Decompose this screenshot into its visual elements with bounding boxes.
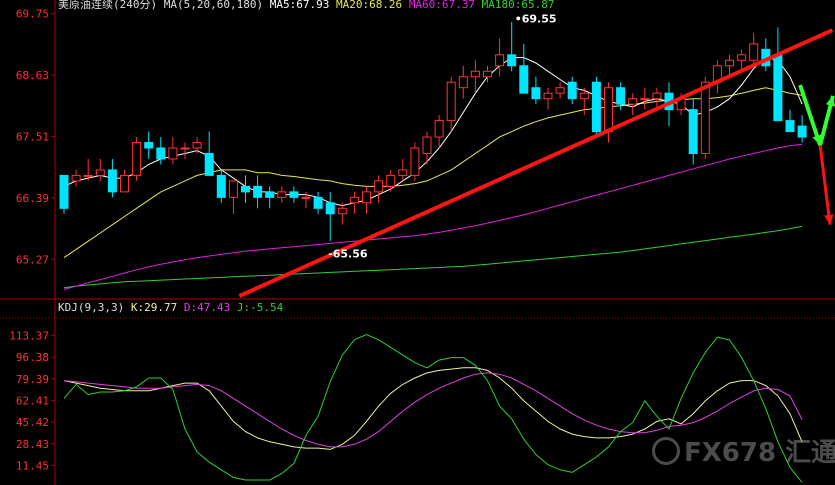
high-annotation: •69.55 — [515, 13, 557, 26]
candle-up — [83, 174, 93, 177]
candle-up — [446, 81, 456, 122]
candle-down — [507, 54, 517, 67]
candle-down — [797, 125, 807, 138]
candle-down — [785, 120, 795, 133]
candle-up — [640, 98, 650, 101]
candle-down — [567, 81, 577, 100]
price-tick-label: 68.63 — [16, 69, 49, 82]
candle-up — [604, 87, 613, 133]
candle-down — [265, 191, 275, 198]
candle-up — [410, 147, 420, 176]
ma60-value: MA60:67.37 — [408, 0, 476, 11]
candle-up — [470, 70, 480, 78]
candle-up — [737, 54, 747, 61]
candle-down — [773, 54, 783, 122]
price-tick-label: 67.51 — [16, 130, 49, 143]
candle-down — [241, 185, 250, 193]
low-annotation: -65.56 — [328, 247, 368, 260]
ma180-value: MA180:65.87 — [481, 0, 555, 11]
ma5-value: MA5:67.93 — [269, 0, 330, 11]
fx678-logo-icon — [652, 437, 680, 465]
candle-up — [120, 174, 129, 193]
j-value: J:-5.54 — [236, 301, 284, 314]
kdj-tick-label: 62.41 — [16, 394, 49, 407]
candle-up — [132, 142, 142, 176]
candle-up — [301, 196, 311, 199]
price-tick-label: 69.75 — [16, 8, 49, 21]
candle-down — [519, 65, 529, 94]
candle-up — [337, 207, 347, 215]
candle-up — [628, 98, 638, 105]
candle-up — [543, 92, 553, 100]
chart-background — [0, 0, 835, 485]
candle-down — [289, 191, 299, 198]
kdj-name: KDJ(9,3,3) — [58, 301, 125, 314]
kdj-header: KDJ(9,3,3) K:29.77 D:47.43 J:-5.54 — [58, 301, 283, 314]
candle-up — [277, 191, 287, 198]
price-tick-label: 66.39 — [16, 192, 49, 205]
candle-up — [398, 169, 408, 176]
price-chart[interactable]: 69.75 68.63 67.51 66.39 65.27 113.37 96.38 79.3… — [0, 0, 835, 485]
candle-up — [725, 59, 734, 67]
candle-up — [180, 147, 190, 150]
candle-up — [555, 87, 565, 94]
candle-down — [59, 174, 69, 209]
candle-down — [107, 169, 117, 193]
candle-up — [71, 174, 81, 182]
candle-up — [349, 196, 359, 204]
candle-down — [531, 87, 541, 100]
candle-up — [192, 142, 202, 149]
d-value: D:47.43 — [183, 301, 231, 314]
candle-up — [483, 70, 492, 78]
candle-up — [386, 174, 396, 187]
instrument-title: 美原油连续(240分) — [58, 0, 158, 11]
candle-down — [313, 196, 323, 209]
kdj-tick-label: 11.45 — [16, 459, 49, 472]
candle-up — [168, 147, 178, 160]
k-value: K:29.77 — [130, 301, 178, 314]
candle-down — [325, 202, 335, 215]
candle-up — [434, 120, 444, 138]
kdj-tick-label: 79.39 — [16, 373, 49, 386]
candle-down — [156, 147, 166, 160]
candle-down — [688, 109, 698, 154]
candle-up — [422, 136, 432, 154]
kdj-tick-label: 28.43 — [16, 438, 49, 451]
kdj-tick-label: 45.42 — [16, 416, 49, 429]
candle-down — [144, 142, 154, 149]
candle-down — [591, 81, 601, 133]
main-chart-header: 美原油连续(240分) MA(5,20,60,180) MA5:67.93 MA… — [58, 0, 555, 12]
candle-up — [228, 180, 238, 198]
candle-down — [253, 185, 263, 198]
candle-up — [374, 180, 384, 193]
watermark-sub: 汇通 — [785, 438, 835, 468]
candle-up — [95, 169, 105, 176]
kdj-tick-label: 96.38 — [16, 351, 49, 364]
candle-up — [652, 92, 662, 100]
candle-up — [579, 92, 589, 100]
price-tick-label: 65.27 — [16, 253, 49, 266]
watermark-text: FX678 — [684, 438, 777, 468]
candle-up — [495, 54, 505, 67]
candle-down — [216, 174, 226, 198]
watermark: FX678 汇通 — [652, 432, 835, 469]
candle-down — [616, 87, 626, 105]
candle-down — [204, 152, 214, 176]
ma-params: MA(5,20,60,180) — [163, 0, 264, 11]
candle-up — [362, 191, 371, 204]
kdj-tick-label: 113.37 — [9, 329, 49, 342]
candle-up — [458, 76, 468, 89]
ma20-value: MA20:68.26 — [335, 0, 403, 11]
candle-up — [700, 81, 710, 154]
candle-up — [749, 43, 759, 61]
